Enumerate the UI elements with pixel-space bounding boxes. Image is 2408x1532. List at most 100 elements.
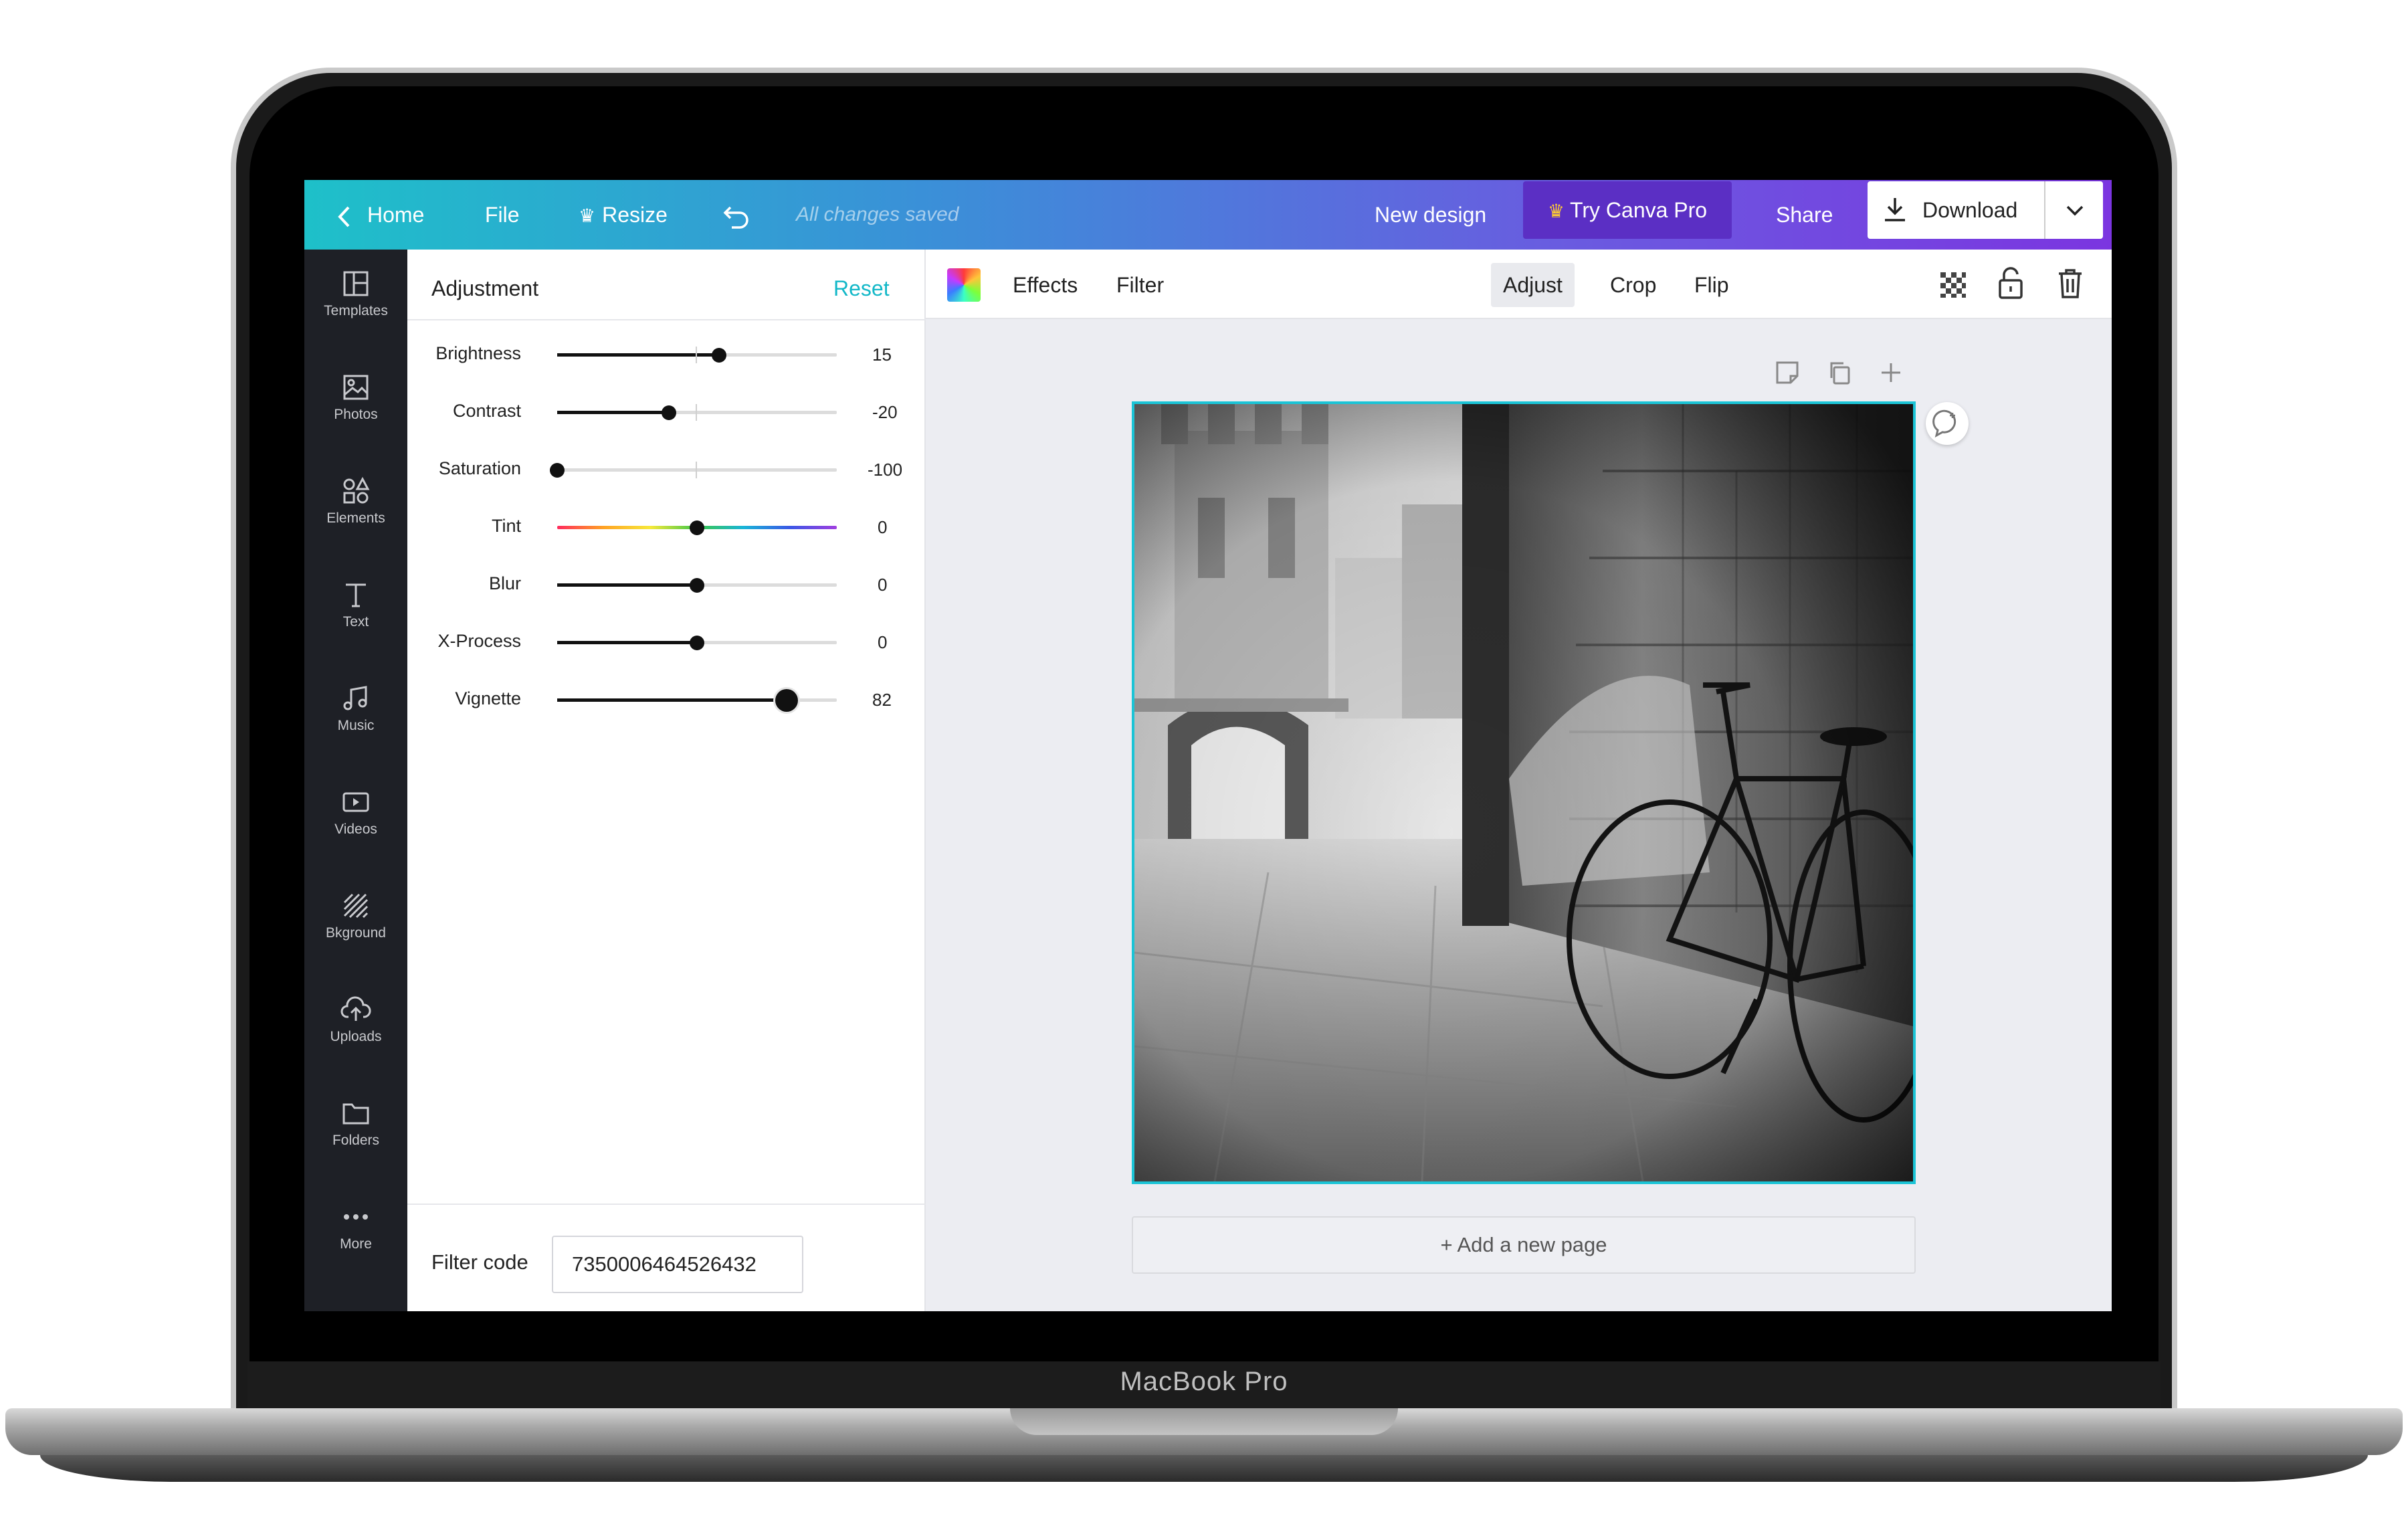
sidebar-item-photos[interactable]: Photos bbox=[304, 361, 407, 448]
sidebar-label: Templates bbox=[324, 303, 388, 318]
contrast-value: -20 bbox=[872, 402, 898, 422]
unlock-icon[interactable] bbox=[1996, 267, 2025, 300]
download-options-button[interactable] bbox=[2044, 181, 2103, 239]
resize-label: Resize bbox=[602, 203, 668, 227]
panel-divider bbox=[407, 319, 926, 320]
adjustment-panel: Adjustment Reset Brightness 15 Contrast … bbox=[407, 250, 926, 1311]
elements-icon bbox=[343, 477, 370, 504]
saturation-label: Saturation bbox=[438, 458, 521, 478]
top-bar: Home File ♛ Resize All changes saved New … bbox=[304, 180, 2112, 250]
download-label: Download bbox=[1922, 198, 2018, 222]
sidebar-label: More bbox=[340, 1236, 372, 1252]
sidebar-label: Uploads bbox=[330, 1029, 382, 1044]
blur-slider[interactable] bbox=[557, 578, 837, 593]
slider-handle[interactable] bbox=[775, 689, 798, 712]
effects-button[interactable]: Effects bbox=[1001, 263, 1090, 307]
vignette-value: 82 bbox=[872, 690, 892, 710]
slider-handle[interactable] bbox=[712, 348, 726, 363]
share-button[interactable]: Share bbox=[1776, 180, 1833, 250]
app-screen: Home File ♛ Resize All changes saved New … bbox=[304, 180, 2112, 1311]
adjust-button[interactable]: Adjust bbox=[1491, 263, 1575, 307]
slider-handle[interactable] bbox=[550, 463, 565, 478]
undo-button[interactable] bbox=[722, 180, 750, 250]
sidebar-label: Bkground bbox=[326, 925, 386, 941]
crop-button[interactable]: Crop bbox=[1598, 263, 1668, 307]
add-comment-icon bbox=[1932, 409, 1956, 438]
save-status: All changes saved bbox=[796, 203, 959, 225]
sidebar-item-templates[interactable]: Templates bbox=[304, 258, 407, 345]
device-label: MacBook Pro bbox=[1120, 1367, 1288, 1396]
contrast-label: Contrast bbox=[452, 401, 521, 421]
sidebar-item-elements[interactable]: Elements bbox=[304, 465, 407, 552]
filter-code-input[interactable] bbox=[552, 1236, 803, 1293]
vignette-slider[interactable] bbox=[557, 689, 837, 712]
sidebar-label: Elements bbox=[326, 510, 385, 526]
chevron-left-icon bbox=[338, 206, 350, 227]
sidebar: Templates Photos Elements Text Music Vid… bbox=[304, 250, 407, 1311]
brightness-label: Brightness bbox=[435, 343, 521, 363]
sidebar-label: Videos bbox=[334, 822, 377, 837]
contrast-slider[interactable] bbox=[557, 404, 837, 421]
filter-button[interactable]: Filter bbox=[1104, 263, 1176, 307]
download-icon bbox=[1885, 198, 1905, 221]
add-new-page-button[interactable]: + Add a new page bbox=[1132, 1216, 1916, 1274]
slider-handle[interactable] bbox=[690, 578, 704, 593]
undo-icon bbox=[723, 206, 748, 229]
sidebar-item-uploads[interactable]: Uploads bbox=[304, 983, 407, 1070]
tint-slider[interactable] bbox=[557, 520, 837, 535]
slider-handle[interactable] bbox=[662, 405, 676, 420]
more-icon bbox=[344, 1214, 368, 1220]
bicycle-photo[interactable] bbox=[1134, 404, 1913, 1181]
music-icon bbox=[343, 686, 367, 710]
vignette-label: Vignette bbox=[455, 688, 521, 708]
file-menu[interactable]: File bbox=[485, 180, 520, 250]
sidebar-item-text[interactable]: Text bbox=[304, 569, 407, 656]
saturation-slider[interactable] bbox=[550, 462, 837, 478]
design-artboard[interactable] bbox=[1132, 401, 1916, 1184]
panel-title: Adjustment bbox=[431, 276, 539, 300]
crown-icon: ♛ bbox=[579, 205, 596, 226]
slider-handle[interactable] bbox=[690, 636, 704, 650]
tint-label: Tint bbox=[491, 516, 521, 536]
blur-label: Blur bbox=[488, 573, 521, 593]
duplicate-page-icon[interactable] bbox=[1826, 359, 1853, 386]
tint-value: 0 bbox=[878, 517, 888, 537]
download-button[interactable]: Download bbox=[1868, 181, 2044, 239]
add-page-icon[interactable] bbox=[1878, 359, 1904, 386]
filter-code-section: Filter code bbox=[407, 1204, 926, 1311]
home-button[interactable]: Home bbox=[336, 180, 424, 250]
sidebar-label: Photos bbox=[334, 407, 378, 422]
sidebar-item-videos[interactable]: Videos bbox=[304, 776, 407, 863]
sidebar-item-background[interactable]: Bkground bbox=[304, 880, 407, 967]
home-label: Home bbox=[367, 203, 425, 227]
laptop-notch bbox=[1010, 1408, 1398, 1435]
slider-handle[interactable] bbox=[690, 520, 704, 535]
filter-code-label: Filter code bbox=[431, 1250, 528, 1274]
flip-button[interactable]: Flip bbox=[1682, 263, 1741, 307]
videos-icon bbox=[342, 792, 369, 812]
x-process-slider[interactable] bbox=[557, 636, 837, 650]
sidebar-item-more[interactable]: More bbox=[304, 1191, 407, 1278]
x-process-value: 0 bbox=[878, 632, 888, 652]
background-icon bbox=[343, 893, 369, 919]
page-notes-icon[interactable] bbox=[1774, 359, 1801, 386]
try-pro-button[interactable]: ♛ Try Canva Pro bbox=[1523, 181, 1732, 239]
resize-button[interactable]: ♛ Resize bbox=[579, 180, 668, 250]
trash-icon[interactable] bbox=[2056, 267, 2084, 300]
sidebar-item-folders[interactable]: Folders bbox=[304, 1087, 407, 1174]
sidebar-label: Music bbox=[337, 718, 375, 733]
reset-button[interactable]: Reset bbox=[833, 276, 890, 301]
sidebar-item-music[interactable]: Music bbox=[304, 672, 407, 759]
color-swatch-button[interactable] bbox=[947, 268, 981, 302]
brightness-slider[interactable] bbox=[557, 347, 837, 363]
try-pro-label: Try Canva Pro bbox=[1570, 198, 1708, 222]
transparency-icon[interactable] bbox=[1938, 270, 1969, 300]
image-toolbar: Effects Filter Adjust Crop Flip bbox=[926, 250, 2112, 319]
templates-icon bbox=[343, 271, 369, 296]
comment-button[interactable] bbox=[1926, 402, 1969, 445]
new-design-button[interactable]: New design bbox=[1375, 180, 1486, 250]
text-icon bbox=[346, 583, 366, 607]
x-process-label: X-Process bbox=[437, 631, 521, 651]
photos-icon bbox=[343, 375, 369, 400]
chevron-down-icon bbox=[2066, 205, 2084, 216]
